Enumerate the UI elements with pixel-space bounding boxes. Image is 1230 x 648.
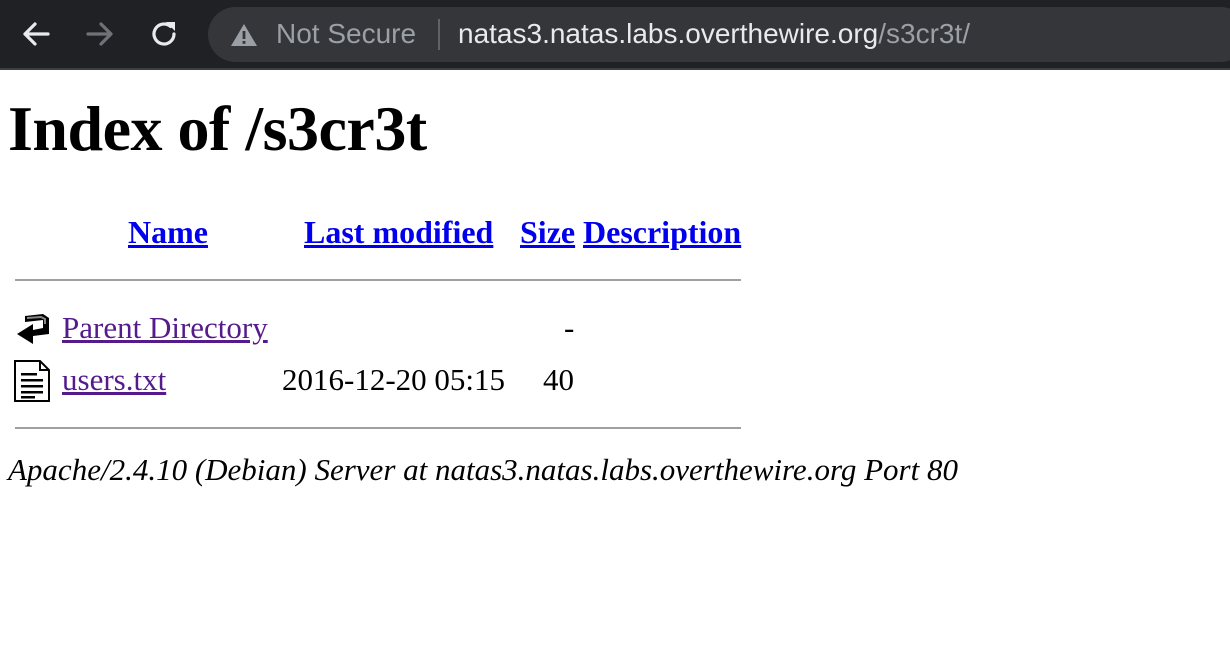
- url-text[interactable]: natas3.natas.labs.overthewire.org/s3cr3t…: [458, 18, 970, 50]
- row-last-modified: 2016-12-20 05:15: [282, 362, 506, 397]
- parent-directory-link[interactable]: Parent Directory: [62, 310, 268, 346]
- forward-button[interactable]: [80, 14, 120, 54]
- address-bar[interactable]: Not Secure natas3.natas.labs.overthewire…: [208, 7, 1230, 62]
- header-divider: [15, 279, 741, 281]
- reload-button[interactable]: [144, 14, 184, 54]
- reload-icon: [152, 22, 176, 46]
- server-signature: Apache/2.4.10 (Debian) Server at natas3.…: [8, 452, 958, 487]
- browser-toolbar: Not Secure natas3.natas.labs.overthewire…: [0, 0, 1230, 70]
- row-size: 40: [543, 362, 574, 397]
- back-button[interactable]: [16, 14, 56, 54]
- page-title: Index of /s3cr3t: [8, 93, 427, 164]
- warning-icon: [231, 24, 257, 46]
- security-status[interactable]: Not Secure: [276, 18, 416, 50]
- column-header-name[interactable]: Name: [128, 214, 208, 251]
- users-txt-link[interactable]: users.txt: [62, 362, 166, 398]
- column-header-description[interactable]: Description: [583, 214, 741, 251]
- back-icon: [17, 314, 49, 344]
- text-file-icon: [14, 360, 50, 402]
- url-path: /s3cr3t/: [878, 18, 971, 49]
- arrow-left-icon: [23, 22, 50, 46]
- column-header-size[interactable]: Size: [520, 214, 575, 251]
- omnibox-divider: [438, 19, 440, 50]
- arrow-right-icon: [86, 22, 113, 46]
- column-header-last-modified[interactable]: Last modified: [304, 214, 493, 251]
- footer-divider: [15, 427, 741, 429]
- url-host: natas3.natas.labs.overthewire.org: [458, 18, 879, 49]
- row-size: -: [564, 310, 575, 345]
